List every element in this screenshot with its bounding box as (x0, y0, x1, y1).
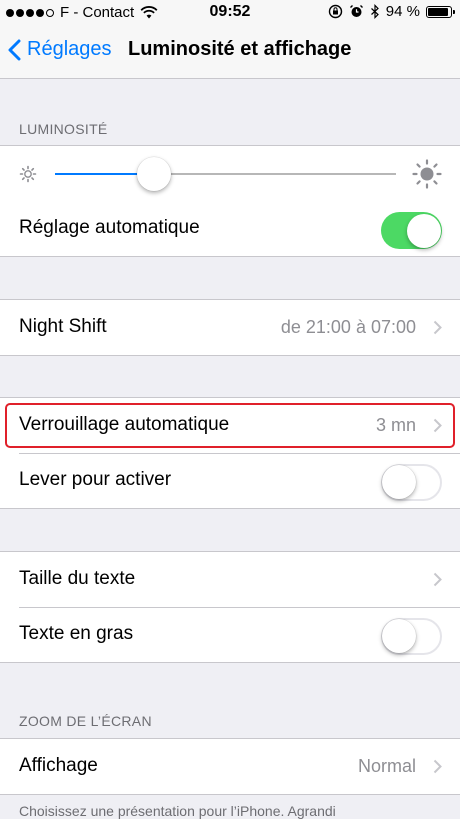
section-header-brightness: LUMINOSITÉ (19, 121, 108, 137)
bluetooth-icon (370, 4, 379, 19)
chevron-right-icon (433, 759, 442, 774)
slider-empty-track (153, 173, 396, 175)
navigation-bar: Réglages Luminosité et affichage (0, 26, 460, 79)
sun-small-icon (19, 165, 37, 183)
auto-brightness-toggle[interactable] (381, 212, 442, 249)
sun-large-icon (412, 159, 442, 189)
raise-to-wake-toggle[interactable] (381, 464, 442, 501)
battery-icon (426, 5, 455, 18)
status-bar: F - Contact 09:52 94 % (0, 0, 460, 26)
slider-thumb[interactable] (136, 157, 171, 191)
zoom-footer-text: Choisissez une présentation pour l’iPhon… (19, 803, 336, 819)
text-size-row[interactable]: Taille du texte (0, 552, 460, 607)
display-zoom-row[interactable]: Affichage Normal (0, 739, 460, 794)
brightness-slider[interactable] (0, 146, 460, 201)
bold-text-label: Texte en gras (19, 623, 134, 644)
brightness-group: Réglage automatique (0, 145, 460, 257)
back-button[interactable]: Réglages (8, 38, 112, 61)
raise-to-wake-row: Lever pour activer (0, 453, 460, 508)
display-zoom-value: Normal (357, 756, 416, 776)
auto-brightness-label: Réglage automatique (19, 217, 200, 238)
chevron-right-icon (433, 572, 442, 587)
section-header-zoom: ZOOM DE L’ÉCRAN (19, 713, 152, 729)
alarm-icon (349, 5, 363, 17)
raise-to-wake-label: Lever pour activer (19, 469, 172, 490)
bold-text-row: Texte en gras (0, 607, 460, 662)
text-group: Taille du texte Texte en gras (0, 551, 460, 663)
chevron-left-icon (8, 39, 21, 60)
night-shift-label: Night Shift (19, 316, 107, 337)
display-zoom-label: Affichage (19, 755, 98, 776)
bold-text-toggle[interactable] (381, 618, 442, 655)
auto-brightness-row: Réglage automatique (0, 201, 460, 256)
zoom-group: Affichage Normal (0, 738, 460, 795)
chevron-right-icon (433, 320, 442, 335)
night-shift-row[interactable]: Night Shift de 21:00 à 07:00 (0, 300, 460, 355)
back-label: Réglages (27, 38, 112, 60)
text-size-label: Taille du texte (19, 568, 136, 589)
night-shift-group: Night Shift de 21:00 à 07:00 (0, 299, 460, 356)
night-shift-value: de 21:00 à 07:00 (280, 317, 416, 337)
page-title: Luminosité et affichage (128, 38, 352, 60)
battery-percent: 94 % (385, 3, 420, 20)
highlight-frame (5, 403, 455, 448)
rotation-lock-icon (328, 4, 342, 19)
